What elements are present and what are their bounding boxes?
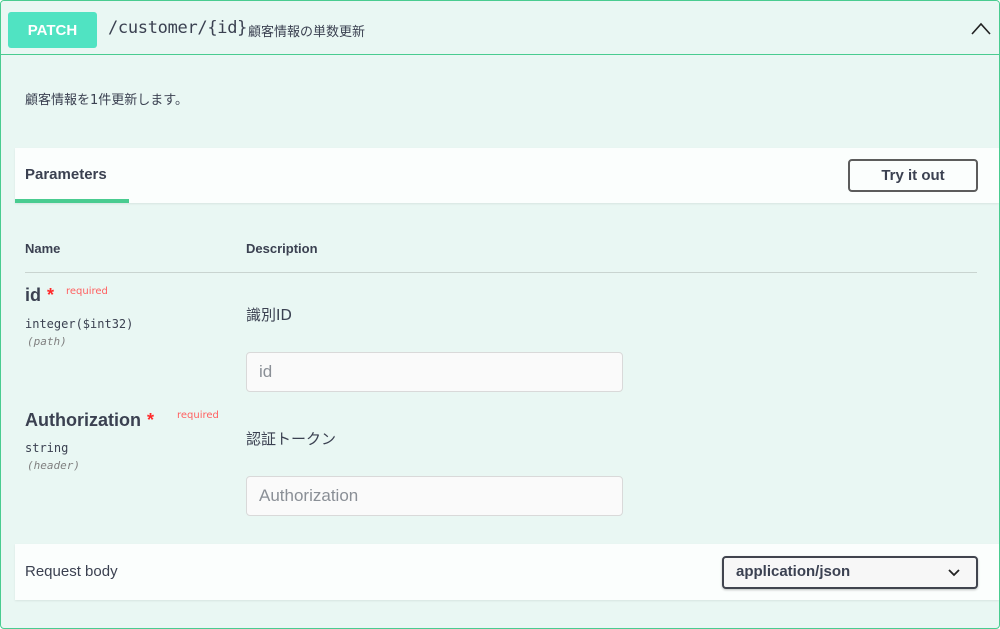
column-header-name: Name [25, 241, 61, 256]
column-header-description: Description [246, 241, 318, 256]
param-name-id: id * [25, 285, 55, 305]
param-type-authorization: string [25, 441, 69, 455]
operation-summary[interactable]: PATCH /customer/{id} 顧客情報の単数更新 [1, 1, 999, 55]
operation-block-patch: PATCH /customer/{id} 顧客情報の単数更新 顧客情報を1件更新… [0, 0, 1000, 629]
method-badge: PATCH [8, 12, 97, 48]
tab-parameters[interactable]: Parameters [15, 148, 129, 203]
content-type-select[interactable]: application/json [722, 556, 978, 589]
required-star: * [146, 410, 154, 430]
param-description-id: 識別ID [246, 306, 292, 324]
required-label: required [66, 286, 108, 297]
required-star: * [47, 285, 55, 305]
param-type-id: integer($int32) [25, 317, 134, 331]
try-it-out-button[interactable]: Try it out [848, 159, 978, 192]
table-header-divider [25, 272, 977, 273]
id-input[interactable] [246, 352, 623, 392]
authorization-input[interactable] [246, 476, 623, 516]
param-location-authorization: (header) [27, 459, 80, 472]
param-location-id: (path) [27, 335, 67, 348]
chevron-down-icon [948, 569, 960, 577]
tab-parameters-label: Parameters [25, 166, 107, 183]
request-body-title: Request body [25, 563, 118, 580]
chevron-up-icon[interactable] [969, 19, 993, 39]
required-label: required [177, 410, 219, 421]
operation-description: 顧客情報を1件更新します。 [25, 93, 188, 108]
content-type-value: application/json [736, 563, 851, 580]
operation-path: /customer/{id} [108, 18, 248, 38]
parameters-header: Parameters Try it out [15, 148, 999, 203]
operation-summary-text: 顧客情報の単数更新 [248, 25, 366, 40]
request-body-header: Request body application/json [15, 544, 999, 600]
param-name-authorization: Authorization * [25, 410, 154, 430]
param-description-authorization: 認証トークン [246, 430, 337, 448]
